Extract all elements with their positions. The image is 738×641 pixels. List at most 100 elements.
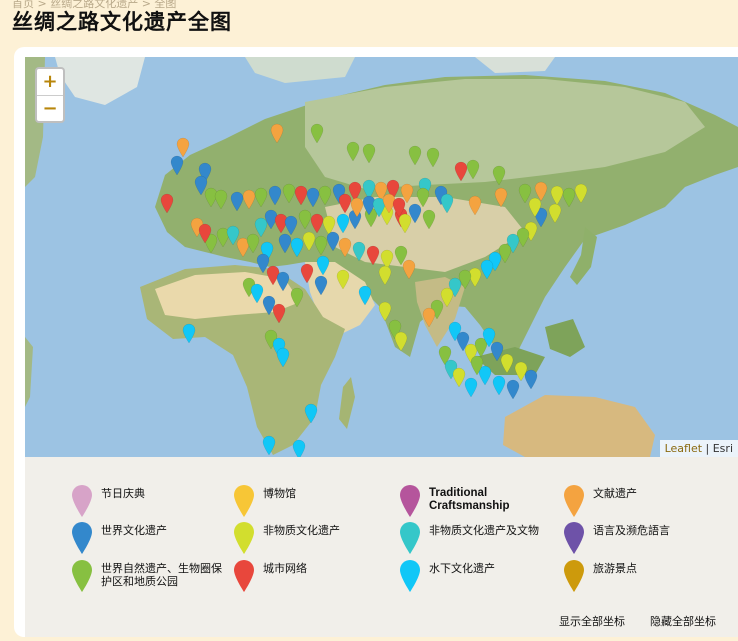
map-marker[interactable] [310, 123, 324, 144]
map-marker[interactable] [262, 435, 276, 456]
map-marker[interactable] [574, 183, 588, 204]
map-marker[interactable] [492, 165, 506, 186]
map-marker[interactable] [500, 353, 514, 374]
map-marker[interactable] [398, 213, 412, 234]
map-marker[interactable] [170, 155, 184, 176]
map-marker[interactable] [468, 195, 482, 216]
world-map[interactable]: Leaflet | Esri [25, 57, 738, 457]
marker-layer[interactable] [25, 57, 738, 457]
map-marker[interactable] [182, 323, 196, 344]
map-marker[interactable] [550, 185, 564, 206]
map-marker[interactable] [242, 189, 256, 210]
map-marker[interactable] [300, 263, 314, 284]
map-marker[interactable] [422, 209, 436, 230]
map-marker[interactable] [314, 235, 328, 256]
map-marker[interactable] [524, 369, 538, 390]
map-marker[interactable] [516, 227, 530, 248]
legend-pin-icon [72, 522, 92, 554]
legend-item-intangible-heritage-relics[interactable]: 非物质文化遗产及文物 [399, 521, 559, 555]
legend-item-festival[interactable]: 节日庆典 [71, 484, 231, 518]
legend-item-intangible-heritage[interactable]: 非物质文化遗产 [233, 521, 393, 555]
map-marker[interactable] [266, 265, 280, 286]
map-marker[interactable] [250, 283, 264, 304]
map-marker[interactable] [326, 231, 340, 252]
map-marker[interactable] [440, 193, 454, 214]
map-marker[interactable] [292, 439, 306, 457]
map-marker[interactable] [304, 403, 318, 424]
legend-item-museum[interactable]: 博物馆 [233, 484, 393, 518]
legend-item-tourist-attractions[interactable]: 旅游景点 [563, 559, 723, 593]
map-marker[interactable] [278, 233, 292, 254]
map-marker[interactable] [518, 183, 532, 204]
map-marker[interactable] [378, 265, 392, 286]
legend-item-city-network[interactable]: 城市网络 [233, 559, 393, 593]
map-marker[interactable] [454, 161, 468, 182]
map-marker[interactable] [378, 301, 392, 322]
hide-all-markers-button[interactable]: 隐藏全部坐标 [650, 613, 716, 629]
map-marker[interactable] [336, 213, 350, 234]
legend-label: 非物质文化遗产及文物 [429, 524, 539, 537]
map-marker[interactable] [416, 187, 430, 208]
map-marker[interactable] [402, 259, 416, 280]
map-marker[interactable] [494, 187, 508, 208]
map-marker[interactable] [548, 203, 562, 224]
map-marker[interactable] [452, 367, 466, 388]
legend-item-documentary-heritage[interactable]: 文献遗产 [563, 484, 723, 518]
map-marker[interactable] [362, 143, 376, 164]
map-marker[interactable] [254, 217, 268, 238]
map-marker[interactable] [254, 187, 268, 208]
map-marker[interactable] [366, 245, 380, 266]
map-marker[interactable] [408, 145, 422, 166]
zoom-out-button[interactable]: − [37, 95, 63, 121]
map-marker[interactable] [310, 213, 324, 234]
legend-item-world-cultural-heritage[interactable]: 世界文化遗产 [71, 521, 231, 555]
map-marker[interactable] [394, 331, 408, 352]
map-marker[interactable] [290, 287, 304, 308]
map-marker[interactable] [506, 379, 520, 400]
map-marker[interactable] [464, 377, 478, 398]
map-marker[interactable] [272, 303, 286, 324]
map-marker[interactable] [268, 185, 282, 206]
map-marker[interactable] [282, 183, 296, 204]
map-marker[interactable] [276, 347, 290, 368]
map-marker[interactable] [492, 375, 506, 396]
map-marker[interactable] [298, 209, 312, 230]
map-marker[interactable] [306, 187, 320, 208]
map-marker[interactable] [316, 255, 330, 276]
legend-item-traditional-craftsmanship[interactable]: Traditional Craftsmanship [399, 484, 559, 518]
map-marker[interactable] [422, 307, 436, 328]
map-marker[interactable] [346, 141, 360, 162]
map-marker[interactable] [294, 185, 308, 206]
leaflet-link[interactable]: Leaflet [665, 442, 702, 455]
map-marker[interactable] [302, 231, 316, 252]
map-marker[interactable] [276, 271, 290, 292]
map-marker[interactable] [270, 123, 284, 144]
map-attribution: Leaflet | Esri [659, 440, 738, 457]
map-marker[interactable] [426, 147, 440, 168]
show-all-markers-button[interactable]: 显示全部坐标 [559, 613, 625, 629]
legend-label: 语言及濒危語言 [593, 524, 670, 537]
map-marker[interactable] [246, 233, 260, 254]
legend-item-underwater-heritage[interactable]: 水下文化遗产 [399, 559, 559, 593]
legend-label: 节日庆典 [101, 487, 145, 500]
legend-item-natural-heritage[interactable]: 世界自然遗产、生物圈保护区和地质公园 [71, 559, 231, 593]
map-marker[interactable] [290, 237, 304, 258]
map-marker[interactable] [230, 191, 244, 212]
map-marker[interactable] [214, 189, 228, 210]
map-marker[interactable] [318, 185, 332, 206]
map-marker[interactable] [336, 269, 350, 290]
map-marker[interactable] [480, 259, 494, 280]
map-marker[interactable] [358, 285, 372, 306]
map-marker[interactable] [466, 159, 480, 180]
zoom-in-button[interactable]: + [37, 69, 63, 95]
map-marker[interactable] [314, 275, 328, 296]
map-marker[interactable] [176, 137, 190, 158]
map-marker[interactable] [338, 237, 352, 258]
map-marker[interactable] [160, 193, 174, 214]
map-marker[interactable] [562, 187, 576, 208]
map-marker[interactable] [352, 241, 366, 262]
map-marker[interactable] [338, 193, 352, 214]
legend-pin-icon [400, 522, 420, 554]
map-marker[interactable] [284, 215, 298, 236]
legend-item-endangered-languages[interactable]: 语言及濒危語言 [563, 521, 723, 555]
